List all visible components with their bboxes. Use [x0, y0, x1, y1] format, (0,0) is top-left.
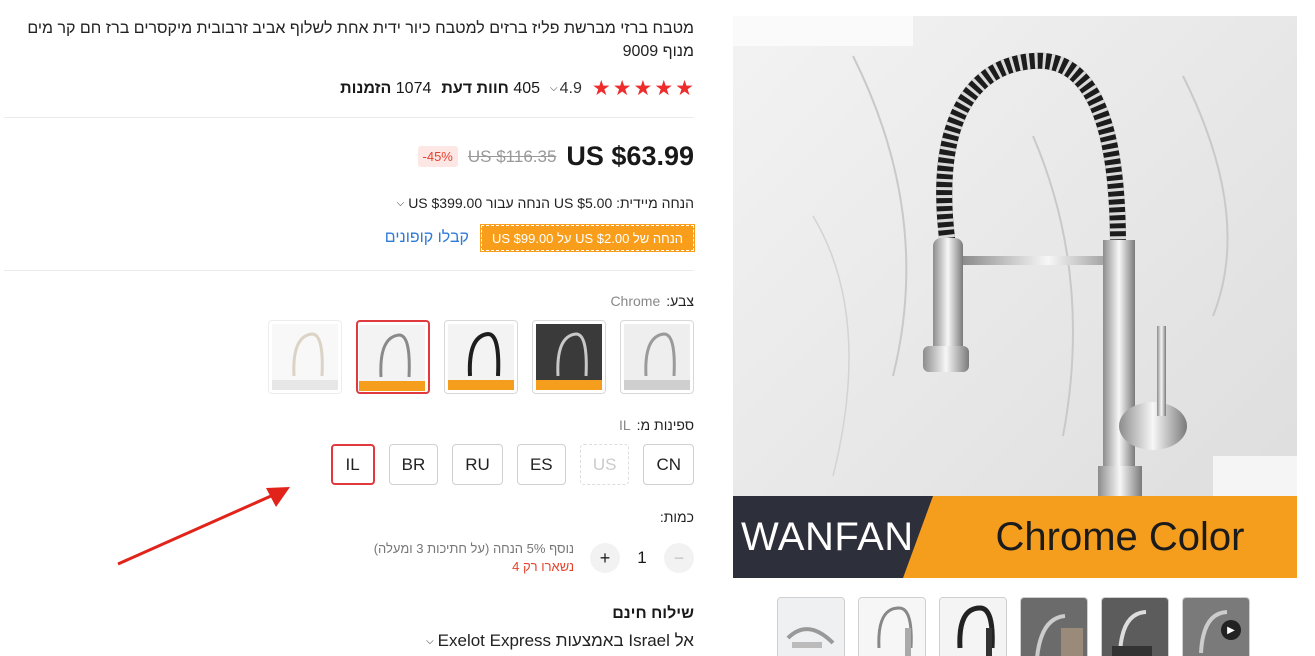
color-swatch-disabled[interactable] — [268, 320, 342, 394]
star-icon: ★ — [675, 77, 694, 100]
color-swatch-selected[interactable] — [356, 320, 430, 394]
star-rating: ★ ★ ★ ★ ★ — [592, 76, 694, 101]
ships-from-option-us[interactable]: US — [579, 444, 630, 485]
coupon-row: הנחה של US $2.00 על US $99.00 קבלו קופונ… — [385, 224, 696, 252]
play-icon: ▶ — [1221, 620, 1241, 640]
chevron-down-icon: ⌵ — [426, 635, 434, 647]
discount-badge: -45% — [417, 146, 458, 167]
star-icon: ★ — [591, 77, 611, 100]
rating-row: ★ ★ ★ ★ ★ 4.9 ⌵ 405 חוות דעת 1074 הזמנות — [340, 76, 694, 101]
thumbnail-video[interactable]: ▶ — [1182, 597, 1250, 656]
star-icon: ★ — [654, 77, 674, 100]
star-icon: ★ — [612, 77, 632, 100]
thumbnail[interactable] — [939, 597, 1007, 656]
stock-left-note: נשארו רק 4 — [512, 559, 574, 574]
star-icon: ★ — [633, 77, 653, 100]
divider — [4, 117, 694, 118]
thumbnail[interactable] — [858, 597, 926, 656]
ships-from-label: ספינות מ: — [636, 417, 694, 433]
current-price: US $63.99 — [566, 141, 694, 171]
ships-from-options: CN US ES RU BR IL — [330, 444, 694, 485]
chevron-down-icon: ⌵ — [550, 83, 558, 94]
original-price: US $116.35 — [467, 146, 557, 166]
thumbnail-strip: ▶ — [777, 597, 1250, 656]
thumbnail[interactable] — [777, 597, 845, 656]
rating-value[interactable]: 4.9 ⌵ — [550, 80, 582, 98]
faucet-illustration — [733, 16, 1297, 578]
chevron-down-icon: ⌵ — [396, 197, 405, 209]
divider — [4, 270, 694, 271]
annotation-arrow-icon — [117, 487, 290, 566]
color-swatch[interactable] — [444, 320, 518, 394]
price-row: US $63.99 US $116.35 -45% — [417, 141, 694, 172]
get-coupons-link[interactable]: קבלו קופונים — [385, 229, 469, 247]
color-swatch[interactable] — [532, 320, 606, 394]
media-gallery: WANFAN Chrome Color ▶ — [733, 16, 1297, 656]
shipping-method[interactable]: אל Israel באמצעות Exelot Express ⌵ — [426, 631, 694, 651]
decrease-quantity-button[interactable]: − — [664, 543, 694, 573]
quantity-value[interactable]: 1 — [632, 548, 652, 568]
instant-discount[interactable]: הנחה מיידית: US $5.00 הנחה עבור US $399.… — [397, 195, 694, 211]
ships-from-selected-value: IL — [618, 417, 631, 433]
ships-from-option-es[interactable]: ES — [516, 444, 566, 485]
color-swatch[interactable] — [620, 320, 694, 394]
thumbnail[interactable] — [1101, 597, 1169, 656]
reviews-count[interactable]: 405 חוות דעת — [441, 80, 540, 98]
ships-from-option-il[interactable]: IL — [330, 444, 375, 485]
product-title: מטבח ברזי מברשת פליז ברזים למטבח כיור יד… — [27, 20, 694, 60]
color-label-row: צבע: Chrome — [610, 293, 694, 309]
coupon-tag[interactable]: הנחה של US $2.00 על US $99.00 — [479, 224, 696, 252]
quantity-label: כמות: — [659, 509, 694, 525]
color-swatches — [268, 320, 694, 394]
shipping-title: שילוח חינם — [612, 605, 694, 622]
image-banner: WANFAN Chrome Color — [733, 496, 1297, 578]
ships-from-option-ru[interactable]: RU — [452, 444, 503, 485]
quantity-notes: נוסף 5% הנחה (על חתיכות 3 ומעלה) נשארו ר… — [374, 540, 574, 576]
thumbnail[interactable] — [1020, 597, 1088, 656]
color-label: צבע: — [666, 293, 694, 309]
increase-quantity-button[interactable]: + — [590, 543, 620, 573]
color-selected-value: Chrome — [610, 293, 661, 309]
ships-from-option-cn[interactable]: CN — [643, 444, 694, 485]
bulk-discount-note: נוסף 5% הנחה (על חתיכות 3 ומעלה) — [373, 541, 574, 556]
quantity-stepper: − 1 + נוסף 5% הנחה (על חתיכות 3 ומעלה) נ… — [374, 540, 694, 576]
ships-from-option-br[interactable]: BR — [388, 444, 439, 485]
banner-color-label: Chrome Color — [903, 496, 1297, 578]
orders-count: 1074 הזמנות — [340, 79, 432, 97]
ships-from-label-row: ספינות מ: IL — [619, 417, 694, 433]
banner-brand: WANFAN — [733, 496, 933, 578]
main-product-image[interactable]: WANFAN Chrome Color — [733, 16, 1297, 578]
